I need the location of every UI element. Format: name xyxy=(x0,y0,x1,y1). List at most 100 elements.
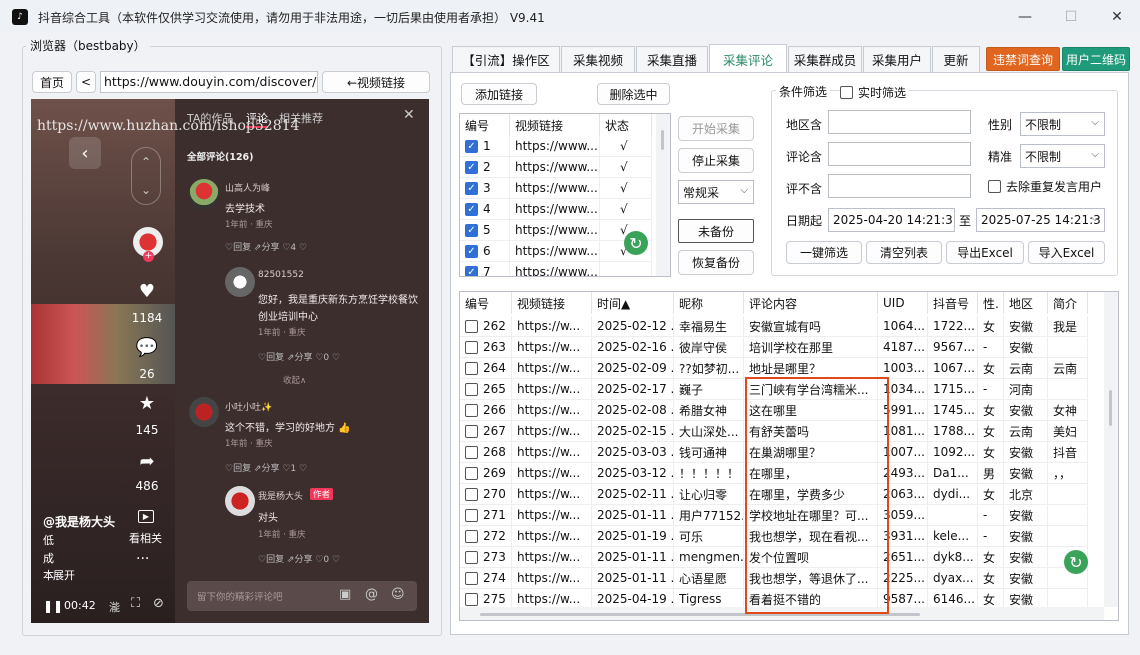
collapse-link[interactable]: 收起∧ xyxy=(283,374,306,386)
share-icon[interactable]: ➦ xyxy=(127,451,167,472)
comment-actions[interactable]: ♡回复 ⇗分享 ♡4 ♡ xyxy=(225,240,307,253)
delete-selected-button[interactable]: 删除选中 xyxy=(597,83,670,105)
link-no-cell[interactable]: ✓ 6 xyxy=(460,241,510,262)
check-icon[interactable]: ✓ xyxy=(465,181,478,195)
row-checkbox[interactable] xyxy=(465,361,478,375)
one-click-filter-button[interactable]: 一键筛选 xyxy=(786,241,862,264)
row-checkbox[interactable] xyxy=(465,403,478,417)
comment-user[interactable]: 山高人为峰 xyxy=(225,181,270,194)
col-header[interactable]: 地区 xyxy=(1004,292,1048,314)
import-excel-button[interactable]: 导入Excel xyxy=(1028,241,1105,264)
col-header[interactable]: 视频链接 xyxy=(510,114,600,136)
refresh-icon[interactable]: ↻ xyxy=(1064,550,1088,574)
col-header[interactable]: 视频链接 xyxy=(512,292,592,314)
row-checkbox[interactable] xyxy=(465,424,478,438)
tab-update[interactable]: 更新 xyxy=(932,46,980,72)
video-player[interactable]: ‹ ⌃ ⌄ + ♥ 1184 💬 26 ★ 145 ➦ 486 ▶ 看相关 ···… xyxy=(31,99,429,623)
star-icon[interactable]: ★ xyxy=(127,393,167,414)
tab-collect-live[interactable]: 采集直播 xyxy=(636,46,708,72)
link-url-cell[interactable]: https://www.... xyxy=(510,199,600,220)
avatar[interactable] xyxy=(189,397,219,427)
region-input[interactable] xyxy=(828,110,971,134)
scroll-thumb[interactable] xyxy=(1109,390,1112,426)
comment-icon[interactable]: 💬 xyxy=(127,337,167,358)
realtime-filter-checkbox[interactable]: 实时筛选 xyxy=(840,84,910,101)
image-icon[interactable]: ▣ xyxy=(339,587,351,602)
table-row[interactable]: 263 https://w... 2025-02-16 ... 彼岸守侯 培训学校在那里… xyxy=(460,337,1118,358)
row-checkbox[interactable] xyxy=(465,340,478,354)
avatar[interactable] xyxy=(189,179,219,209)
check-icon[interactable]: ✓ xyxy=(465,223,478,237)
close-button[interactable]: ✕ xyxy=(1094,0,1140,34)
col-header[interactable]: 编号 xyxy=(460,114,510,136)
video-link-button[interactable]: ←视频链接 xyxy=(322,71,430,93)
link-no-cell[interactable]: ✓ 3 xyxy=(460,178,510,199)
precise-select[interactable]: 不限制 ⌵ xyxy=(1020,144,1105,168)
link-no-cell[interactable]: ✓ 2 xyxy=(460,157,510,178)
check-icon[interactable]: ✓ xyxy=(465,265,478,276)
row-checkbox[interactable] xyxy=(465,382,478,396)
row-checkbox[interactable] xyxy=(465,571,478,585)
related-icon[interactable]: ▶ xyxy=(138,510,154,523)
tab-collect-comments[interactable]: 采集评论 xyxy=(709,44,787,73)
link-row[interactable]: ✓ 3 https://www.... √ xyxy=(460,178,670,199)
link-row[interactable]: ✓ 2 https://www.... √ xyxy=(460,157,670,178)
check-icon[interactable]: ✓ xyxy=(465,244,478,258)
col-header[interactable]: 抖音号 xyxy=(928,292,978,314)
comment-excludes-input[interactable] xyxy=(828,174,971,198)
row-checkbox[interactable] xyxy=(465,487,478,501)
link-row[interactable]: ✓ 7 https://www.... xyxy=(460,262,670,276)
related-label[interactable]: 看相关 xyxy=(129,530,162,546)
col-header[interactable]: UID xyxy=(878,292,928,314)
comment-input[interactable]: 留下你的精彩评论吧 ▣ @ ☺ xyxy=(187,581,417,611)
link-url-cell[interactable]: https://www.... xyxy=(510,262,600,276)
row-checkbox[interactable] xyxy=(465,508,478,522)
col-header[interactable]: 编号 xyxy=(460,292,512,314)
table-row[interactable]: 264 https://w... 2025-02-09 ... ??如梦初... 地址是… xyxy=(460,358,1118,379)
link-url-cell[interactable]: https://www.... xyxy=(510,241,600,262)
forbidden-words-button[interactable]: 违禁词查询 xyxy=(986,47,1060,71)
row-checkbox[interactable] xyxy=(465,592,478,606)
col-header[interactable]: 简介 xyxy=(1048,292,1088,314)
link-no-cell[interactable]: ✓ 4 xyxy=(460,199,510,220)
speed-icon[interactable]: 㴰 xyxy=(109,599,120,615)
expand-link[interactable]: 展开 xyxy=(53,567,75,583)
home-button[interactable]: 首页 xyxy=(32,71,72,93)
pause-icon[interactable]: ❚❚ xyxy=(43,599,63,613)
restore-backup-button[interactable]: 恢复备份 xyxy=(678,250,754,275)
video-author[interactable]: @我是杨大头 xyxy=(43,513,115,530)
date-to-picker[interactable]: 2025-07-25 14:21:3 ⌵ xyxy=(976,208,1105,232)
url-input[interactable]: https://www.douyin.com/discover/kno xyxy=(100,71,318,93)
minimize-button[interactable]: — xyxy=(1002,0,1048,34)
tab-operation-area[interactable]: 【引流】操作区 xyxy=(452,46,560,72)
link-list-scrollbar[interactable] xyxy=(656,114,670,276)
user-qrcode-button[interactable]: 用户二维码 xyxy=(1062,47,1130,71)
backup-button[interactable]: 未备份 xyxy=(678,219,754,243)
link-url-cell[interactable]: https://www.... xyxy=(510,136,600,157)
export-excel-button[interactable]: 导出Excel xyxy=(946,241,1024,264)
comment-user[interactable]: 小吐小吐✨ xyxy=(225,400,272,413)
nav-arrows-icon[interactable]: ⌃ ⌄ xyxy=(131,147,161,205)
link-row[interactable]: ✓ 1 https://www.... √ xyxy=(460,136,670,157)
maximize-button[interactable]: ☐ xyxy=(1048,0,1094,34)
comment-contains-input[interactable] xyxy=(828,142,971,166)
heart-icon[interactable]: ♥ xyxy=(127,281,167,302)
comment-user[interactable]: 我是杨大头 xyxy=(258,489,303,502)
stop-collect-button[interactable]: 停止采集 xyxy=(678,148,754,173)
check-icon[interactable]: ✓ xyxy=(465,202,478,216)
row-checkbox[interactable] xyxy=(465,550,478,564)
link-url-cell[interactable]: https://www.... xyxy=(510,220,600,241)
dedupe-checkbox[interactable]: 去除重复发言用户 xyxy=(988,178,1102,195)
add-link-button[interactable]: 添加链接 xyxy=(461,83,537,105)
col-header[interactable]: 昵称 xyxy=(674,292,744,314)
link-no-cell[interactable]: ✓ 7 xyxy=(460,262,510,276)
col-header[interactable]: 时间▲ xyxy=(592,292,674,314)
scroll-thumb[interactable] xyxy=(661,130,664,150)
start-collect-button[interactable]: 开始采集 xyxy=(678,116,754,141)
fullscreen-icon[interactable]: ⛶ xyxy=(131,596,140,611)
emoji-icon[interactable]: ☺ xyxy=(391,587,405,602)
back-button[interactable]: < xyxy=(76,71,96,93)
col-header[interactable]: 状态 xyxy=(600,114,652,136)
close-icon[interactable]: ✕ xyxy=(403,107,415,123)
collect-mode-select[interactable]: 常规采 ⌵ xyxy=(678,180,754,204)
